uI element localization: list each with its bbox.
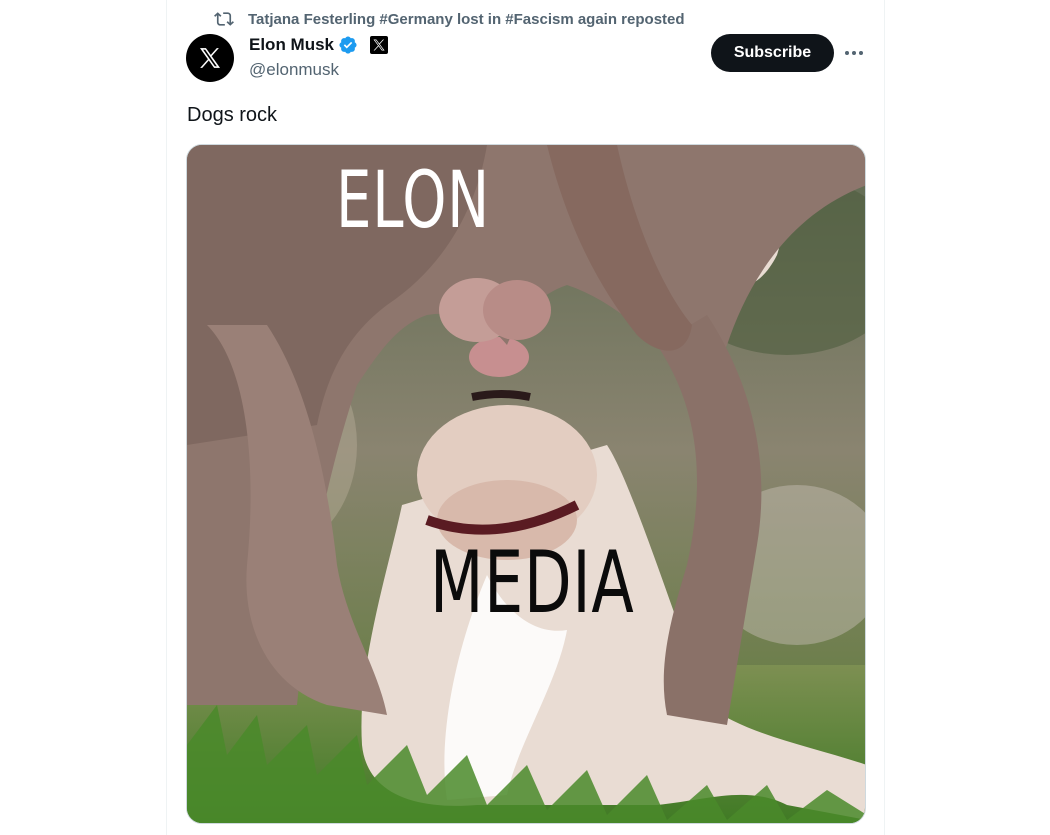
tweet-media-image[interactable] bbox=[186, 144, 866, 824]
more-button[interactable] bbox=[843, 42, 865, 64]
author-name[interactable]: Elon Musk bbox=[249, 35, 334, 55]
repost-icon bbox=[214, 9, 234, 29]
subscribe-button[interactable]: Subscribe bbox=[711, 34, 834, 72]
meme-caption-top: ELON bbox=[336, 156, 490, 246]
timeline-left-border bbox=[166, 0, 167, 835]
author-row: Elon Musk bbox=[249, 34, 389, 56]
more-dots-icon bbox=[845, 51, 863, 55]
x-logo-icon bbox=[199, 48, 221, 68]
tweet-text: Dogs rock bbox=[187, 104, 278, 126]
repost-context[interactable]: Tatjana Festerling #Germany lost in #Fas… bbox=[214, 8, 685, 30]
timeline-right-border bbox=[884, 0, 885, 835]
meme-caption-bottom: MEDIA bbox=[430, 533, 635, 633]
author-handle[interactable]: @elonmusk bbox=[249, 60, 339, 80]
x-affiliation-icon[interactable] bbox=[370, 36, 389, 54]
repost-attribution: Tatjana Festerling #Germany lost in #Fas… bbox=[248, 10, 685, 28]
avatar[interactable] bbox=[186, 34, 234, 82]
verified-badge-icon[interactable] bbox=[338, 35, 358, 55]
dog-meme-image bbox=[187, 145, 865, 823]
